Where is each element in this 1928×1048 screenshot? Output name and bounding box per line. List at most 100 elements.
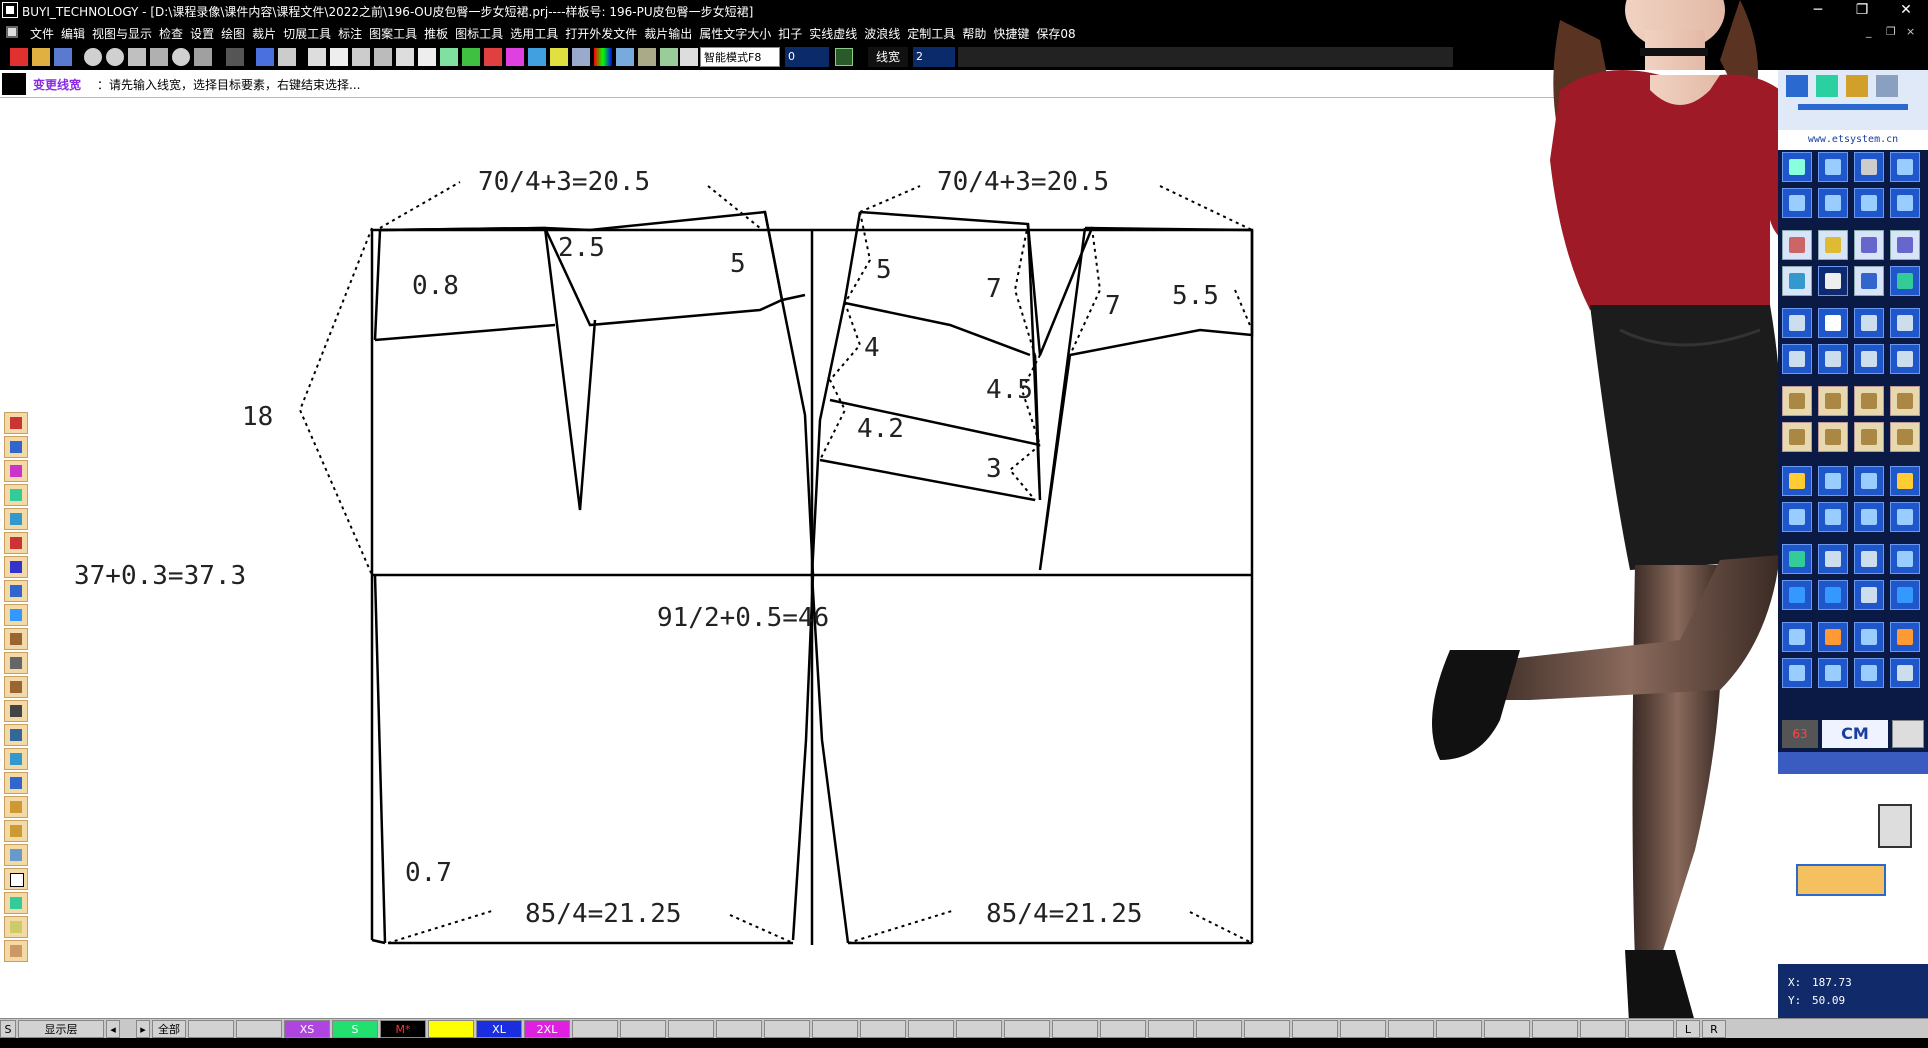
- size-xs[interactable]: XS: [284, 1020, 330, 1038]
- dart-tool-c[interactable]: [1854, 422, 1884, 452]
- menu-text-size[interactable]: 属性文字大小: [699, 25, 778, 42]
- menu-buttons[interactable]: 扣子: [778, 25, 809, 42]
- window-tool[interactable]: [1854, 544, 1884, 574]
- menu-custom-tools[interactable]: 定制工具: [907, 25, 962, 42]
- menu-edit[interactable]: 编辑: [61, 25, 92, 42]
- size-slot-empty[interactable]: [764, 1020, 810, 1038]
- size-slot-empty[interactable]: [1100, 1020, 1146, 1038]
- tool-corner[interactable]: [4, 724, 28, 746]
- menu-view[interactable]: 视图与显示: [92, 25, 159, 42]
- fold-tool-d[interactable]: [1890, 386, 1920, 416]
- size-slot-blank-2[interactable]: [236, 1020, 282, 1038]
- tool-line[interactable]: [4, 460, 28, 482]
- cup-tool[interactable]: [1818, 544, 1848, 574]
- tool-rect[interactable]: [4, 532, 28, 554]
- zoom-fit-icon[interactable]: [128, 48, 146, 66]
- size-m[interactable]: M*: [380, 1020, 426, 1038]
- frame-tool[interactable]: [1854, 502, 1884, 532]
- size-slot-blank-1[interactable]: [188, 1020, 234, 1038]
- size-xl[interactable]: XL: [476, 1020, 522, 1038]
- menu-line-style[interactable]: 实线虚线: [809, 25, 864, 42]
- value-input[interactable]: 0: [785, 47, 829, 67]
- tool-arc[interactable]: [4, 436, 28, 458]
- size-slot-empty[interactable]: [1004, 1020, 1050, 1038]
- tool-tag[interactable]: [4, 916, 28, 938]
- view-icon[interactable]: [1816, 75, 1838, 97]
- size-slot-empty[interactable]: [1148, 1020, 1194, 1038]
- triangle-tool[interactable]: [1818, 622, 1848, 652]
- sizes-tool[interactable]: [1818, 580, 1848, 610]
- size-slot-empty[interactable]: [1340, 1020, 1386, 1038]
- menu-annotate[interactable]: 标注: [338, 25, 369, 42]
- size-l[interactable]: [428, 1020, 474, 1038]
- size-slot-empty[interactable]: [1532, 1020, 1578, 1038]
- size-slot-empty[interactable]: [1292, 1020, 1338, 1038]
- stripe-tool[interactable]: [1782, 658, 1812, 688]
- pants-tool[interactable]: [1818, 344, 1848, 374]
- tool-hand[interactable]: [4, 940, 28, 962]
- right-button[interactable]: R: [1702, 1020, 1726, 1038]
- open-folder-icon[interactable]: [32, 48, 50, 66]
- grid-tool[interactable]: [1854, 188, 1884, 218]
- size-slot-empty[interactable]: [1580, 1020, 1626, 1038]
- hatch-icon[interactable]: [506, 48, 524, 66]
- sleeve-tool[interactable]: [1854, 344, 1884, 374]
- table-tool[interactable]: [1818, 658, 1848, 688]
- shirt-tool[interactable]: [1782, 344, 1812, 374]
- size-slot-empty[interactable]: [908, 1020, 954, 1038]
- tool-rect-split[interactable]: [4, 508, 28, 530]
- dart-tool-b[interactable]: [1818, 422, 1848, 452]
- notch-icon[interactable]: [616, 48, 634, 66]
- tool-drop[interactable]: [4, 892, 28, 914]
- tool-pencil[interactable]: [4, 412, 28, 434]
- tool-notch[interactable]: [4, 820, 28, 842]
- corner-tool[interactable]: [1782, 188, 1812, 218]
- text-size-icon[interactable]: [680, 48, 698, 66]
- spiral-tool[interactable]: [1854, 308, 1884, 338]
- pocket-tool[interactable]: [1782, 544, 1812, 574]
- vest-tool[interactable]: [1854, 580, 1884, 610]
- menu-open-external[interactable]: 打开外发文件: [565, 25, 644, 42]
- dart-tool-a[interactable]: [1782, 422, 1812, 452]
- size-slot-empty[interactable]: [956, 1020, 1002, 1038]
- angle-icon[interactable]: [440, 48, 458, 66]
- menu-check[interactable]: 检查: [159, 25, 190, 42]
- confirm-box-icon[interactable]: [835, 48, 853, 66]
- parallel-line-icon[interactable]: [418, 48, 436, 66]
- marker-tool[interactable]: [1782, 580, 1812, 610]
- curve-measure-tool[interactable]: [1890, 152, 1920, 182]
- menu-grading[interactable]: 推板: [424, 25, 455, 42]
- menu-wave-line[interactable]: 波浪线: [864, 25, 907, 42]
- tool-pleat[interactable]: [4, 796, 28, 818]
- stitch-tool[interactable]: [1782, 230, 1812, 260]
- undo-icon[interactable]: [194, 48, 212, 66]
- bracket-tool[interactable]: [1890, 230, 1920, 260]
- menu-select-tools[interactable]: 选用工具: [510, 25, 565, 42]
- grain-icon[interactable]: [638, 48, 656, 66]
- rotate-tool[interactable]: [1782, 622, 1812, 652]
- layout-icon[interactable]: [1786, 75, 1808, 97]
- size-slot-empty[interactable]: [620, 1020, 666, 1038]
- download-tool[interactable]: [1818, 466, 1848, 496]
- collar-tool[interactable]: [1854, 230, 1884, 260]
- select-arrow-icon[interactable]: [256, 48, 274, 66]
- tools-icon[interactable]: [1876, 75, 1898, 97]
- arrow-tool[interactable]: [1818, 152, 1848, 182]
- menu-pieces[interactable]: 裁片: [252, 25, 283, 42]
- cross-tool[interactable]: [1890, 266, 1920, 296]
- zipper-tool[interactable]: [1818, 230, 1848, 260]
- bag-tool[interactable]: [1890, 308, 1920, 338]
- menu-save08[interactable]: 保存08: [1036, 25, 1082, 42]
- line-width-input[interactable]: 2: [913, 47, 955, 67]
- document-icon[interactable]: [6, 26, 18, 38]
- tool-eye[interactable]: [4, 652, 28, 674]
- color-palette-icon[interactable]: [594, 48, 612, 66]
- redo-icon[interactable]: [226, 48, 244, 66]
- size-slot-empty[interactable]: [1484, 1020, 1530, 1038]
- size-s[interactable]: S: [332, 1020, 378, 1038]
- pen-icon[interactable]: [484, 48, 502, 66]
- menu-settings[interactable]: 设置: [190, 25, 221, 42]
- prev-layer-button[interactable]: ◂: [106, 1020, 120, 1038]
- needle-tool[interactable]: [1818, 266, 1848, 296]
- add-point-icon[interactable]: [330, 48, 348, 66]
